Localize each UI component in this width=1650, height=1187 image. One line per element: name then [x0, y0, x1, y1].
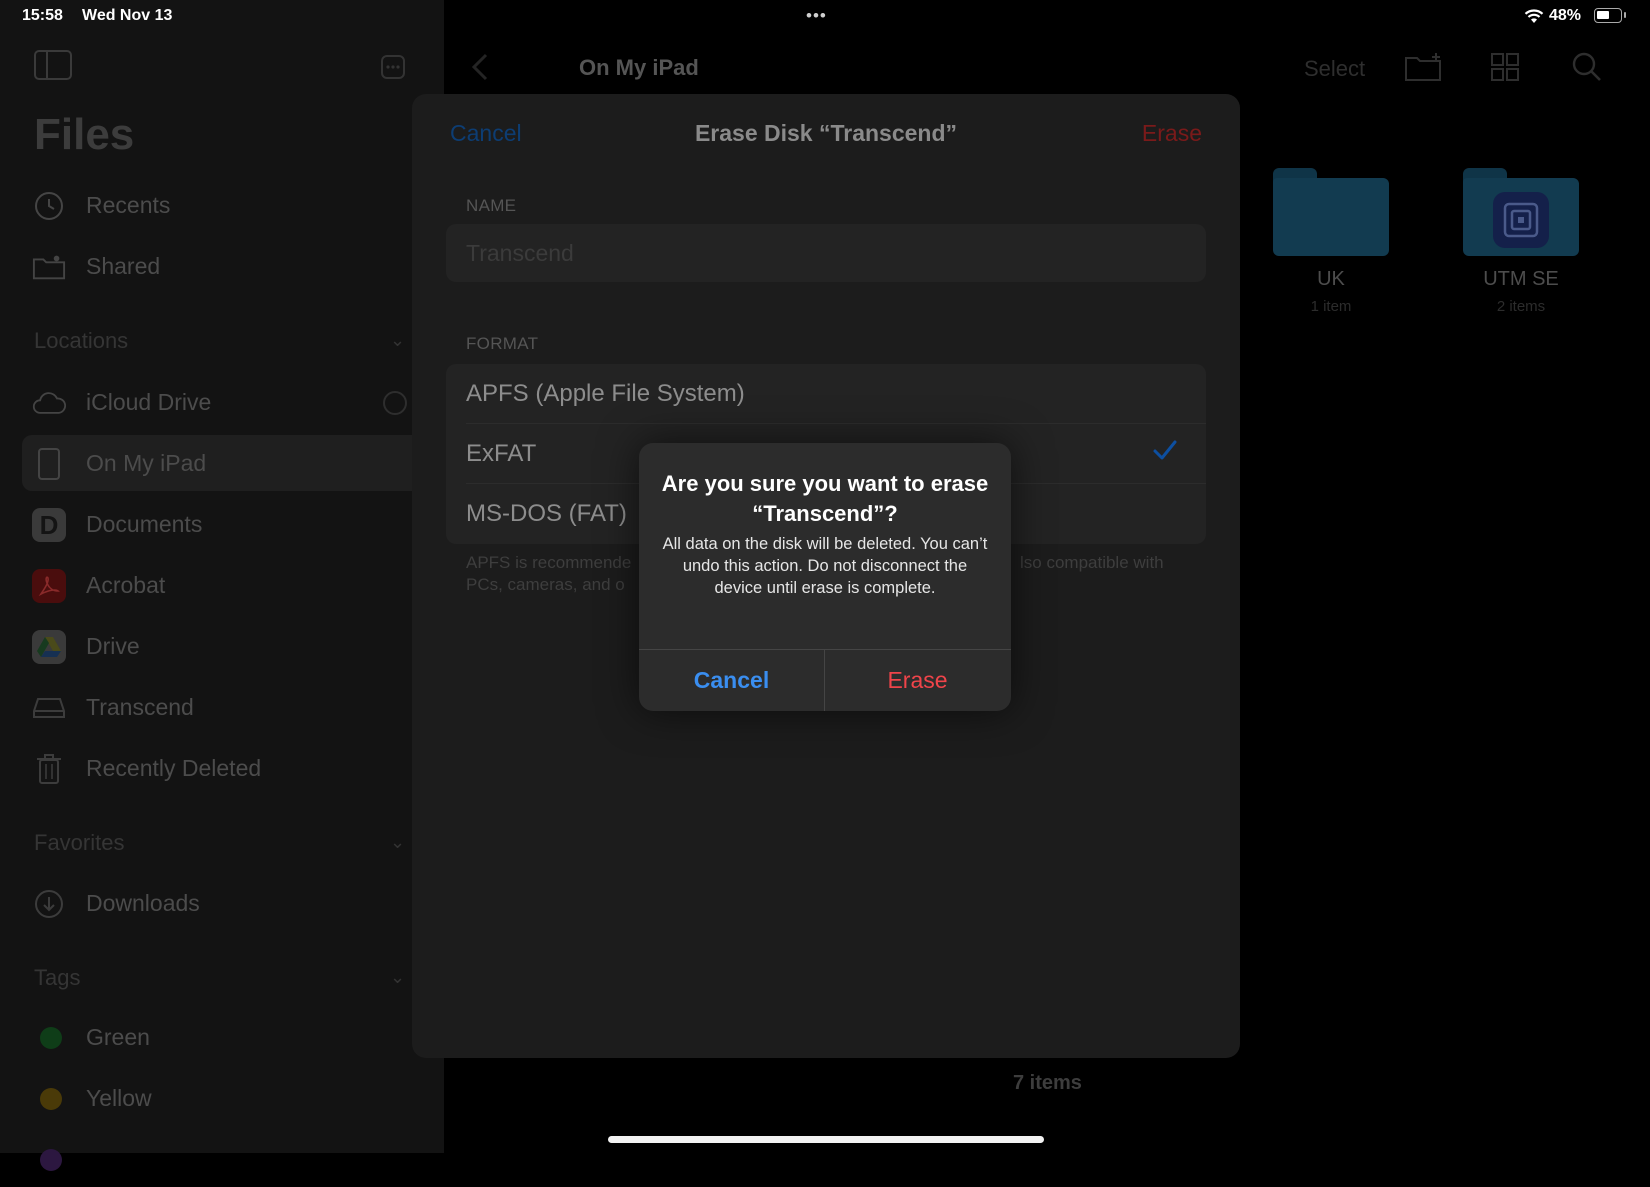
grid-view-icon[interactable] [1490, 52, 1520, 89]
favorites-header[interactable]: Favorites [34, 830, 124, 856]
disk-name-field[interactable]: Transcend [446, 224, 1206, 282]
format-option-label: ExFAT [466, 440, 537, 467]
footnote-text: APFS is recommende [466, 553, 632, 572]
acrobat-icon [32, 569, 66, 603]
status-date: Wed Nov 13 [82, 7, 173, 24]
sidebar-item-shared[interactable]: Shared [22, 238, 422, 294]
sidebar-item-recently-deleted[interactable]: Recently Deleted [22, 740, 422, 796]
sidebar-item-label: iCloud Drive [86, 389, 212, 415]
disk-name-value: Transcend [466, 240, 574, 266]
sheet-title: Erase Disk “Transcend” [694, 120, 958, 146]
external-drive-icon [32, 691, 66, 725]
sidebar-item-transcend[interactable]: Transcend [22, 679, 422, 735]
sidebar-item-label: Documents [86, 511, 203, 537]
back-chevron-icon[interactable] [470, 52, 490, 89]
sidebar-more-icon[interactable] [380, 54, 406, 87]
sidebar-item-drive[interactable]: Drive [22, 618, 422, 674]
select-button[interactable]: Select [1304, 56, 1365, 82]
footnote-text: PCs, cameras, and o [466, 575, 625, 594]
items-count: 7 items [1013, 1072, 1082, 1094]
wifi-icon [1524, 8, 1544, 29]
format-option-label: MS-DOS (FAT) [466, 500, 627, 527]
sidebar-item-label: Recently Deleted [86, 755, 262, 781]
search-icon[interactable] [1572, 52, 1602, 89]
folder-utm-se[interactable] [1463, 168, 1579, 256]
format-section-label: FORMAT [466, 334, 539, 353]
cloud-icon [32, 386, 66, 420]
documents-app-icon: D [32, 508, 66, 542]
purple-tag-dot [40, 1149, 62, 1171]
sidebar-item-icloud-drive[interactable]: iCloud Drive [22, 374, 422, 430]
status-time: 15:58 [22, 7, 63, 24]
alert-cancel-button[interactable]: Cancel [639, 649, 824, 711]
sidebar-item-label: Acrobat [86, 572, 166, 598]
tags-header[interactable]: Tags [34, 965, 80, 991]
sidebar-item-label: Yellow [86, 1085, 152, 1111]
sidebar-item-label: Green [86, 1024, 150, 1050]
page-title: On My iPad [579, 55, 699, 80]
chevron-down-icon[interactable]: ⌄ [390, 330, 405, 351]
new-folder-icon[interactable] [1404, 52, 1444, 89]
sidebar-item-label: Drive [86, 633, 140, 659]
format-option-label: APFS (Apple File System) [466, 380, 745, 407]
sidebar: Files Recents Shared Locations ⌄ iCloud … [0, 0, 444, 1171]
yellow-tag-dot [40, 1088, 62, 1110]
clock-icon [32, 189, 66, 223]
folder-name: UTM SE [1483, 268, 1559, 290]
alert-title: Are you sure you want to erase “Transcen… [661, 471, 989, 526]
sidebar-item-tag-yellow[interactable]: Yellow [22, 1070, 422, 1126]
home-indicator[interactable] [608, 1136, 1044, 1143]
ipad-icon [32, 447, 66, 481]
locations-header[interactable]: Locations [34, 328, 128, 354]
sidebar-item-documents[interactable]: D Documents [22, 496, 422, 552]
status-bar: 15:58 Wed Nov 13 ••• 48% [0, 0, 1650, 34]
folder-item-count: 1 item [1310, 298, 1352, 315]
sidebar-item-label: Downloads [86, 890, 200, 916]
sidebar-item-tag-green[interactable]: Green [22, 1009, 422, 1065]
sidebar-item-acrobat[interactable]: Acrobat [22, 557, 422, 613]
sidebar-item-recents[interactable]: Recents [22, 177, 422, 233]
sidebar-item-label: On My iPad [86, 450, 207, 476]
battery-percent: 48% [1549, 7, 1582, 24]
chevron-down-icon[interactable]: ⌄ [390, 967, 405, 988]
trash-icon [32, 752, 66, 786]
sidebar-item-downloads[interactable]: Downloads [22, 875, 422, 931]
checkmark-icon [1152, 438, 1178, 467]
sidebar-item-label: Shared [86, 253, 161, 279]
erase-confirmation-alert: Are you sure you want to erase “Transcen… [639, 443, 1011, 711]
sheet-erase-button[interactable]: Erase [1142, 120, 1202, 147]
battery-icon [1594, 8, 1626, 23]
folder-uk[interactable] [1273, 168, 1389, 256]
shared-folder-icon [32, 250, 66, 284]
footnote-text: lso compatible with [1020, 553, 1164, 572]
utm-app-icon [1493, 192, 1549, 253]
chevron-down-icon[interactable]: ⌄ [390, 832, 405, 853]
folder-item-count: 2 items [1496, 298, 1546, 315]
multitasking-dots[interactable]: ••• [806, 6, 827, 26]
sidebar-item-label: Transcend [86, 694, 194, 720]
green-tag-dot [40, 1027, 62, 1049]
sidebar-toggle-icon[interactable] [34, 50, 72, 87]
alert-message: All data on the disk will be deleted. Yo… [662, 535, 988, 597]
google-drive-icon [32, 630, 66, 664]
folder-name: UK [1317, 268, 1345, 290]
sidebar-item-on-my-ipad[interactable]: On My iPad [22, 435, 422, 491]
download-icon [32, 887, 66, 921]
format-option-apfs[interactable]: APFS (Apple File System) [446, 364, 1206, 424]
sidebar-title: Files [34, 110, 135, 159]
alert-erase-button[interactable]: Erase [825, 649, 1010, 711]
name-section-label: NAME [466, 196, 517, 215]
sync-progress-icon [382, 390, 408, 421]
sidebar-item-label: Recents [86, 192, 171, 218]
sidebar-item-tag-purple[interactable] [22, 1131, 422, 1187]
